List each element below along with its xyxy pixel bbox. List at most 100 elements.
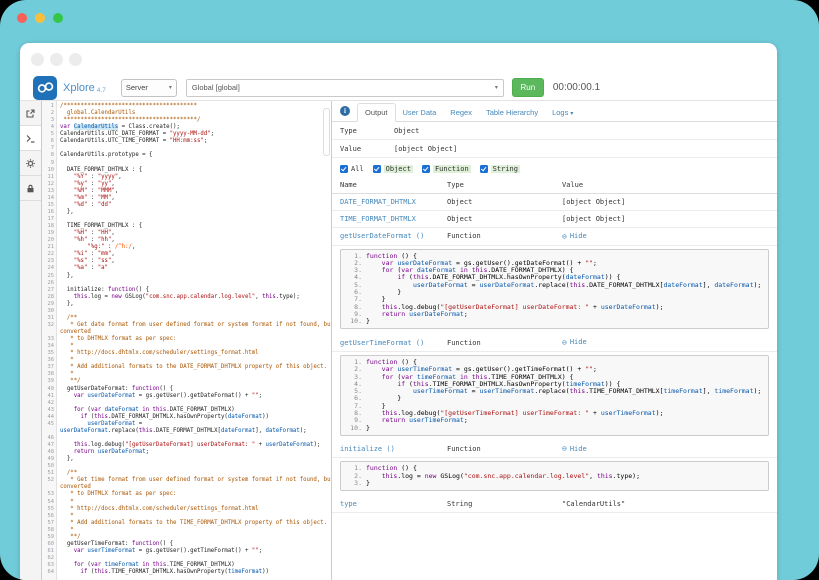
code-text: "%a" : "a" xyxy=(57,265,108,272)
function-source-block: 1.function () {2. this.log = new GSLog("… xyxy=(340,461,769,491)
code-line: 31 /** xyxy=(42,315,331,322)
property-name-link[interactable]: DATE_FORMAT_DHTMLX xyxy=(340,198,447,206)
code-line: 5CalendarUtils.UTC_DATE_FORMAT = "yyyy-M… xyxy=(42,131,331,138)
code-line: 23 "%s" : "ss", xyxy=(42,258,331,265)
source-code-text: userTimeFormat = userTimeFormat.replace(… xyxy=(366,388,761,395)
sidebar-item-open-in-new[interactable] xyxy=(20,101,41,126)
code-line: 3 **************************************… xyxy=(42,117,331,124)
table-row: DATE_FORMAT_DHTMLXObject[object Object] xyxy=(332,194,777,211)
line-number: 41 xyxy=(42,393,57,400)
code-line: 59 **/ xyxy=(42,534,331,541)
line-number: 26 xyxy=(42,280,57,287)
column-header: Value xyxy=(562,181,769,189)
line-number: 9 xyxy=(42,160,57,167)
checkbox-checked-icon[interactable] xyxy=(422,165,430,173)
result-summary: TypeObjectValue[object Object] xyxy=(332,122,777,158)
code-text: "%m" : "MM", xyxy=(57,195,115,202)
code-line: 57 * Add additional formats to the TIME_… xyxy=(42,520,331,527)
filter-object[interactable]: Object xyxy=(373,165,413,173)
filter-all[interactable]: All xyxy=(340,165,364,173)
line-number: 10 xyxy=(42,167,57,174)
line-number: 43 xyxy=(42,407,57,414)
results-panel: i OutputUser DataRegexTable HierarchyLog… xyxy=(332,101,777,580)
source-line: 3.} xyxy=(345,480,764,487)
results-table-header: NameTypeValue xyxy=(332,177,777,194)
sidebar-item-security[interactable] xyxy=(20,176,41,201)
property-type: Object xyxy=(447,198,562,206)
code-line: 44 if (this.DATE_FORMAT_DHTMLX.hasOwnPro… xyxy=(42,414,331,421)
tab-table-hierarchy[interactable]: Table Hierarchy xyxy=(479,104,545,121)
line-number: 6 xyxy=(42,138,57,145)
hide-toggle-link[interactable]: ⊖Hide xyxy=(562,338,587,346)
code-text: * xyxy=(57,513,74,520)
code-line: 21 "%g:" : /^h:/, xyxy=(42,244,331,251)
code-line: 28 this.log = new GSLog("com.snc.app.cal… xyxy=(42,294,331,301)
results-table-body: DATE_FORMAT_DHTMLXObject[object Object] T… xyxy=(332,194,777,513)
code-text: **/ xyxy=(57,534,81,541)
checkbox-checked-icon[interactable] xyxy=(340,165,348,173)
source-code-text: return userTimeFormat; xyxy=(366,417,468,424)
code-text: TIME_FORMAT_DHTMLX : { xyxy=(57,223,142,230)
code-line: 47 this.log.debug("[getUserDateFormat] u… xyxy=(42,442,331,449)
hide-toggle-link[interactable]: ⊖Hide xyxy=(562,445,587,453)
checkbox-checked-icon[interactable] xyxy=(373,165,381,173)
code-line: 35 * http://docs.dhtmlx.com/scheduler/se… xyxy=(42,350,331,357)
app-title: Xplore xyxy=(63,82,95,94)
code-line: 2 global.CalendarUtils xyxy=(42,110,331,117)
sidebar-item-console[interactable] xyxy=(20,126,41,151)
filter-label: Function xyxy=(433,165,471,173)
server-select[interactable]: Server ▾ xyxy=(121,79,177,97)
zoom-window-icon[interactable] xyxy=(53,13,63,23)
code-line: 29 }, xyxy=(42,301,331,308)
code-text: getUserDateFormat: function() { xyxy=(57,386,173,393)
run-button[interactable]: Run xyxy=(512,78,544,97)
property-name-link[interactable]: getUserTimeFormat () xyxy=(340,339,447,347)
source-line: 10.} xyxy=(345,318,764,325)
property-name-link[interactable]: initialize () xyxy=(340,445,447,453)
code-text: * http://docs.dhtmlx.com/scheduler/setti… xyxy=(57,350,259,357)
info-icon[interactable]: i xyxy=(340,106,350,116)
results-tabbar: i OutputUser DataRegexTable HierarchyLog… xyxy=(332,101,777,122)
code-text: "%i" : "mm", xyxy=(57,251,115,258)
code-text: "%y" : "yy", xyxy=(57,181,115,188)
code-text: converted xyxy=(57,329,91,336)
line-number: 21 xyxy=(42,244,57,251)
tab-regex[interactable]: Regex xyxy=(443,104,479,121)
property-name-link[interactable]: TIME_FORMAT_DHTMLX xyxy=(340,215,447,223)
code-text: this.log.debug("[getUserDateFormat] user… xyxy=(57,442,320,449)
code-text: /*************************************** xyxy=(57,103,197,110)
hide-label: Hide xyxy=(570,338,587,346)
app-toolbar: Xplore 4.7 Server ▾ Global [global] ▾ Ru… xyxy=(20,75,777,101)
filter-function[interactable]: Function xyxy=(422,165,471,173)
property-name-link[interactable]: getUserDateFormat () xyxy=(340,232,447,240)
code-line: 40 getUserDateFormat: function() { xyxy=(42,386,331,393)
minimize-window-icon[interactable] xyxy=(35,13,45,23)
tab-logs[interactable]: Logs▾ xyxy=(545,104,580,121)
code-text: "%d" : "dd" xyxy=(57,202,111,209)
property-name-link[interactable]: type xyxy=(340,500,447,508)
line-number: 48 xyxy=(42,449,57,456)
summary-label: Value xyxy=(340,145,394,153)
filter-string[interactable]: String xyxy=(480,165,520,173)
tab-user-data[interactable]: User Data xyxy=(396,104,444,121)
filter-label: Object xyxy=(384,165,413,173)
line-number: 42 xyxy=(42,400,57,407)
line-number: 31 xyxy=(42,315,57,322)
line-number: 55 xyxy=(42,506,57,513)
editor-scrollbar[interactable] xyxy=(323,108,330,156)
close-window-icon[interactable] xyxy=(17,13,27,23)
sidebar-item-settings[interactable] xyxy=(20,151,41,176)
xplore-logo xyxy=(33,76,57,100)
code-text: CalendarUtils.UTC_DATE_FORMAT = "yyyy-MM… xyxy=(57,131,214,138)
scope-select[interactable]: Global [global] ▾ xyxy=(186,79,504,97)
code-line: converted xyxy=(42,329,331,336)
script-editor[interactable]: 1/**************************************… xyxy=(42,101,332,580)
source-line: 5. userTimeFormat = userTimeFormat.repla… xyxy=(345,388,764,395)
code-line: 36 * xyxy=(42,357,331,364)
tab-output[interactable]: Output xyxy=(357,103,396,122)
hide-toggle-link[interactable]: ⊖Hide xyxy=(562,232,587,240)
code-line: 62 xyxy=(42,555,331,562)
code-text: **/ xyxy=(57,378,81,385)
checkbox-checked-icon[interactable] xyxy=(480,165,488,173)
code-text: var CalendarUtils = Class.create(); xyxy=(57,124,180,131)
